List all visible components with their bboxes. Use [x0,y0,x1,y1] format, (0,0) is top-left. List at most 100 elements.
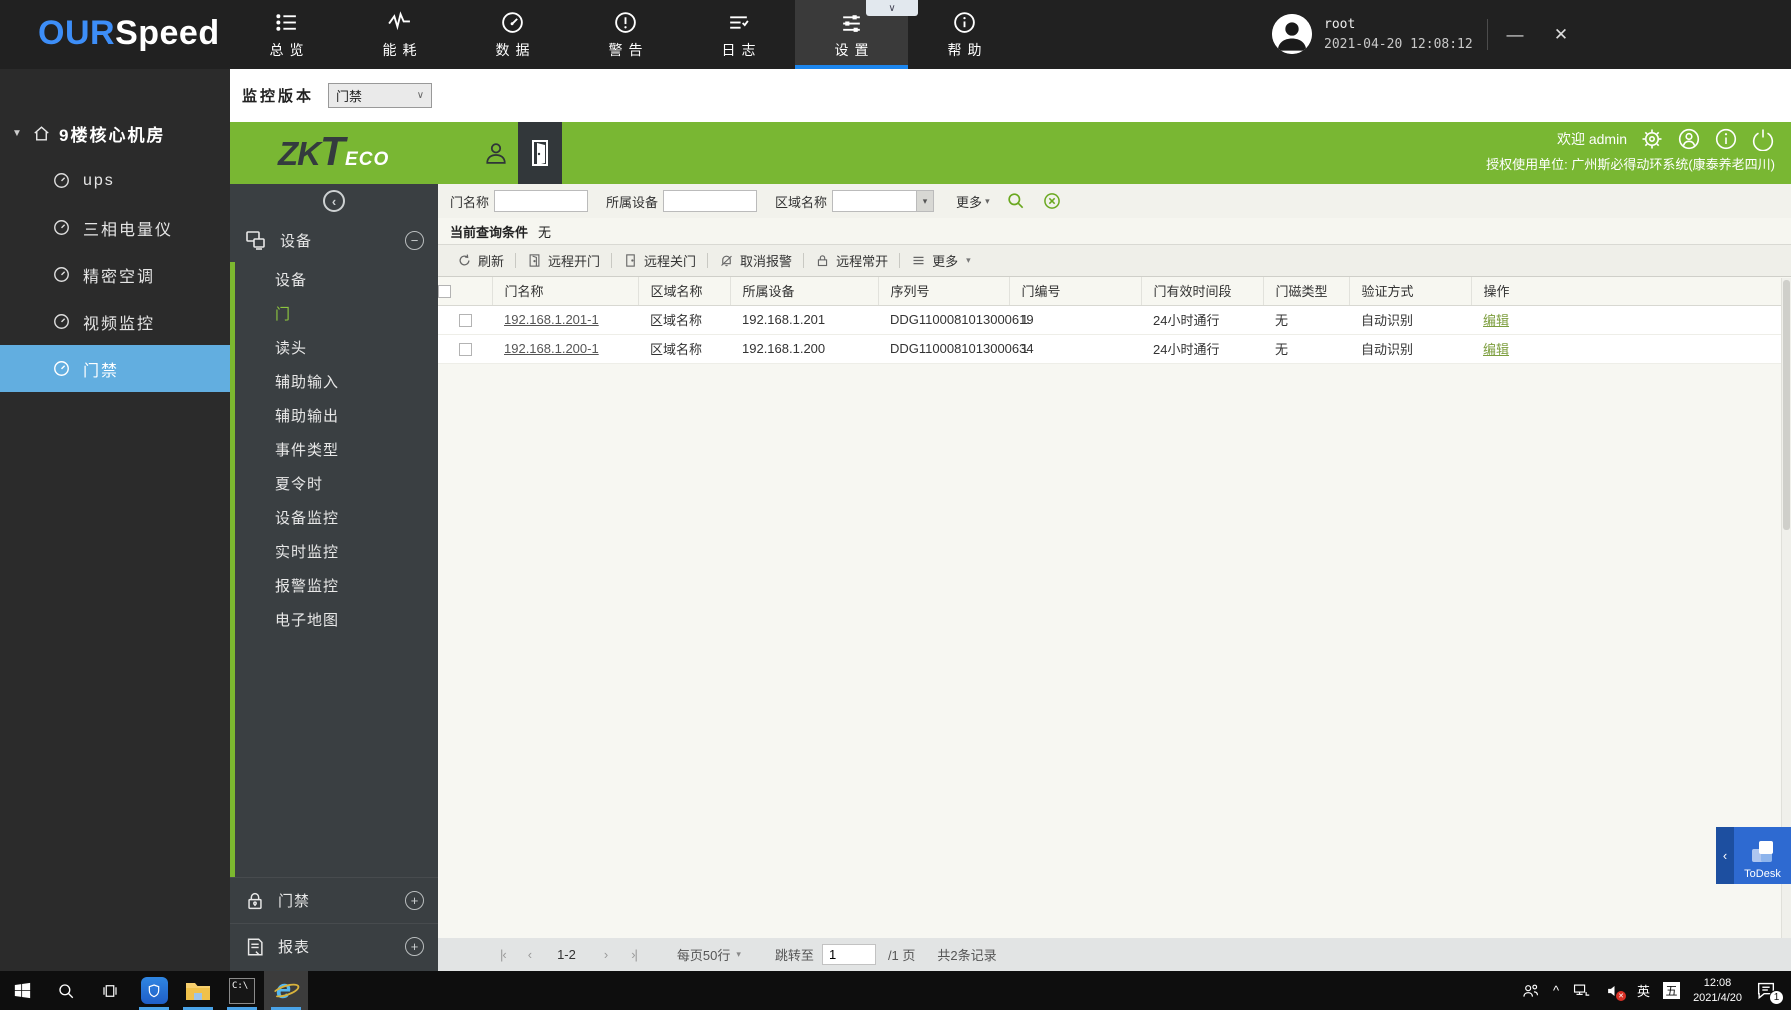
select-all-checkbox[interactable] [438,285,451,298]
chevron-down-icon: ▾ [966,255,971,266]
todesk-logo-icon [1749,840,1777,866]
area-name-select[interactable]: ▾ [832,190,934,212]
last-page-icon[interactable]: ›| [631,947,637,962]
nav-item-overview[interactable]: 总览 [230,0,343,69]
menu-item-device-monitor[interactable]: 设备监控 [235,502,438,536]
tree-item-power-meter[interactable]: 三相电量仪 [0,204,230,251]
door-name-input[interactable] [494,190,588,212]
menu-item-event-type[interactable]: 事件类型 [235,434,438,468]
start-button[interactable] [0,971,44,1010]
chevron-down-icon: ∨ [417,90,424,101]
ime-mode-indicator[interactable]: 五 [1663,982,1680,999]
menu-section-report[interactable]: 报表 + [230,923,438,969]
collapse-panel-tab[interactable]: ∨ [866,0,918,16]
taskbar-command-prompt[interactable]: C:\ [220,971,264,1010]
door-name-link[interactable]: 192.168.1.201-1 [504,312,599,327]
cancel-alarm-button[interactable]: 取消报警 [708,249,803,273]
remote-open-door-button[interactable]: 远程开门 [516,249,611,273]
task-view-button[interactable] [88,971,132,1010]
nav-item-energy[interactable]: 能耗 [343,0,456,69]
todesk-button[interactable]: ToDesk [1734,827,1791,884]
toolbar-more-button[interactable]: 更多 ▾ [900,249,982,273]
todesk-collapse-strip[interactable]: ‹ [1716,827,1734,884]
shield-app-icon [141,977,168,1004]
license-text: 授权使用单位: 广州斯必得动环系统(康泰养老四川) [1486,154,1775,173]
access-module-tab[interactable] [518,122,562,184]
menu-item-realtime-monitor[interactable]: 实时监控 [235,536,438,570]
prev-page-icon[interactable]: ‹ [528,947,531,962]
menu-section-device[interactable]: 设备 − [230,218,438,262]
collapse-section-button[interactable]: − [405,231,424,250]
cmd-icon: C:\ [229,978,255,1004]
tree-root-9f-room[interactable]: ▼ 9楼核心机房 [0,109,230,157]
monitor-version-select[interactable]: 门禁 ∨ [328,83,432,108]
expand-section-button[interactable]: + [405,937,424,956]
edit-link[interactable]: 编辑 [1483,313,1509,328]
remote-normally-open-button[interactable]: 远程常开 [804,249,899,273]
logout-power-icon[interactable] [1751,127,1775,151]
scrollbar-thumb[interactable] [1783,280,1790,530]
menu-item-aux-output[interactable]: 辅助输出 [235,400,438,434]
first-page-icon[interactable]: |‹ [500,947,506,962]
remote-close-door-button[interactable]: 远程关门 [612,249,707,273]
doors-table: 门名称 区域名称 所属设备 序列号 门编号 门有效时间段 门磁类型 验证方式 操… [438,277,1791,364]
menu-item-emap[interactable]: 电子地图 [235,604,438,638]
personnel-module-tab[interactable] [482,139,510,167]
menu-item-door[interactable]: 门 [235,298,438,332]
taskbar-file-explorer[interactable] [176,971,220,1010]
next-page-icon[interactable]: › [604,947,607,962]
tree-item-video-monitor[interactable]: 视频监控 [0,298,230,345]
menu-section-label: 门禁 [278,890,393,911]
menu-item-device[interactable]: 设备 [235,264,438,298]
menu-item-daylight-saving[interactable]: 夏令时 [235,468,438,502]
nav-item-log[interactable]: 日志 [682,0,795,69]
page-size-select[interactable]: 每页50行 ▾ [677,945,741,964]
chevron-down-icon: ▾ [985,196,990,207]
account-icon[interactable] [1677,127,1701,151]
menu-item-aux-input[interactable]: 辅助输入 [235,366,438,400]
row-checkbox[interactable] [459,314,472,327]
clear-search-icon[interactable] [1042,191,1062,211]
network-icon[interactable] [1572,982,1591,999]
zk-header-actions: 欢迎 admin [1486,127,1775,151]
door-name-link[interactable]: 192.168.1.200-1 [504,341,599,356]
avatar[interactable] [1272,14,1312,54]
tree-item-access-control[interactable]: 门禁 [0,345,230,392]
nav-item-data[interactable]: 数据 [456,0,569,69]
taskbar-app-security[interactable] [132,971,176,1010]
clock[interactable]: 12:08 2021/4/20 [1693,976,1742,1006]
tree-item-precision-ac[interactable]: 精密空调 [0,251,230,298]
todesk-widget[interactable]: ‹ ToDesk [1716,827,1791,884]
nav-item-help[interactable]: 帮助 [908,0,1021,69]
expand-section-button[interactable]: + [405,891,424,910]
menu-item-alarm-monitor[interactable]: 报警监控 [235,570,438,604]
volume-muted-icon[interactable]: ✕ [1604,982,1624,1000]
menu-item-reader[interactable]: 读头 [235,332,438,366]
minimize-button[interactable]: — [1494,0,1536,69]
about-info-icon[interactable] [1714,127,1738,151]
cell-area: 区域名称 [638,334,730,363]
owner-device-input[interactable] [663,190,757,212]
tray-expand-icon[interactable]: ^ [1553,983,1559,998]
edit-link[interactable]: 编辑 [1483,342,1509,357]
more-filters-link[interactable]: 更多 ▾ [956,192,990,211]
area-name-label: 区域名称 [775,192,827,211]
query-condition-label: 当前查询条件 [450,222,528,241]
gear-icon[interactable] [1640,127,1664,151]
col-door-name: 门名称 [492,277,638,305]
refresh-button[interactable]: 刷新 [446,249,515,273]
row-checkbox[interactable] [459,343,472,356]
close-button[interactable]: ✕ [1540,0,1582,69]
jump-to-input[interactable] [822,944,876,965]
notification-center-button[interactable]: 1 [1755,979,1779,1003]
tree-item-ups[interactable]: ups [0,157,230,204]
taskbar-internet-explorer[interactable]: e [264,971,308,1010]
menu-section-access[interactable]: 门禁 + [230,877,438,923]
ime-language-indicator[interactable]: 英 [1637,981,1650,1000]
collapse-sidebar-button[interactable]: ‹ [323,190,345,212]
search-icon[interactable] [1006,191,1026,211]
people-icon[interactable] [1521,982,1540,999]
button-label: 取消报警 [740,251,792,270]
nav-item-alert[interactable]: 警告 [569,0,682,69]
taskbar-search-button[interactable] [44,971,88,1010]
